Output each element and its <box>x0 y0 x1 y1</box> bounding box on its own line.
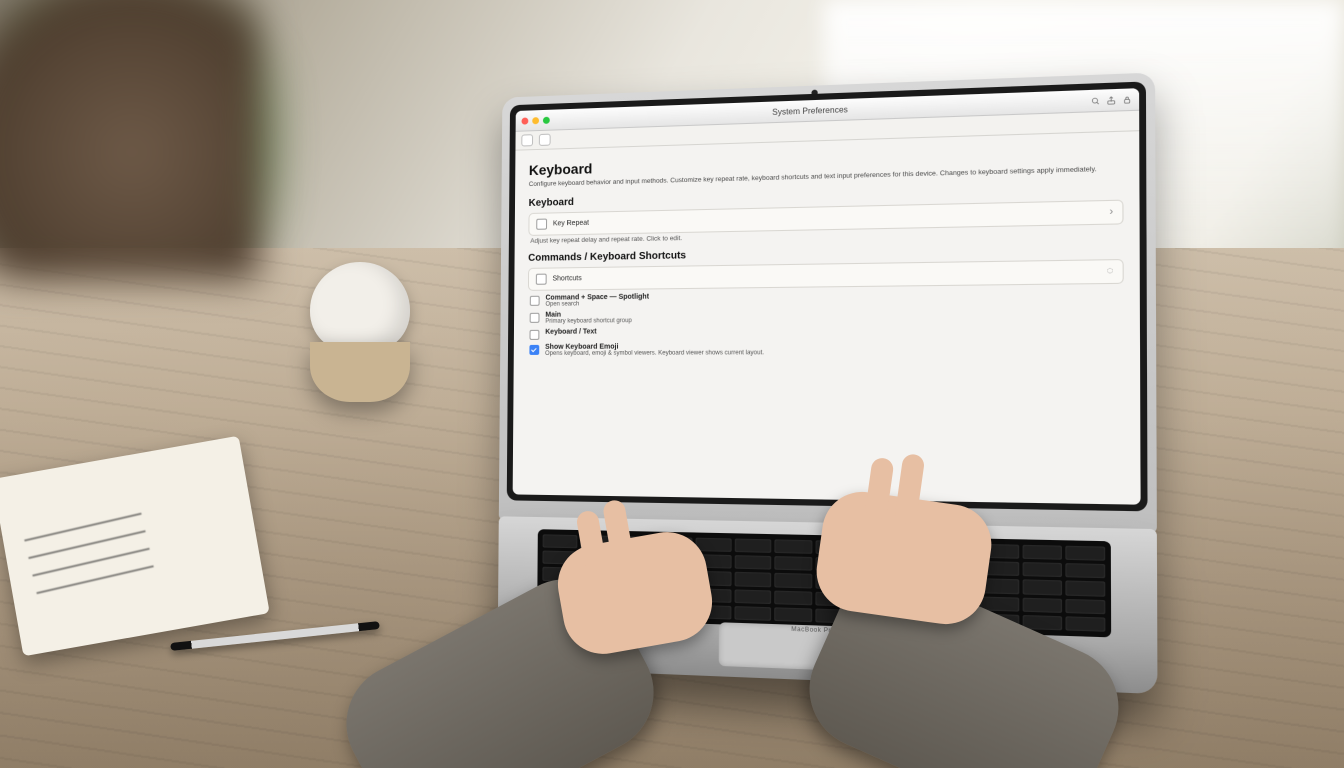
shortcuts-icon <box>536 273 547 284</box>
hand-right <box>811 487 996 629</box>
photo-scene: System Preferences Keyboa <box>0 0 1344 768</box>
person-shoulder <box>0 0 260 280</box>
search-icon[interactable] <box>1089 95 1100 106</box>
checkbox-checked[interactable] <box>529 345 539 355</box>
minimize-button[interactable] <box>532 117 539 124</box>
checkbox[interactable] <box>530 330 540 340</box>
preferences-content: Keyboard Configure keyboard behavior and… <box>514 131 1140 359</box>
back-button[interactable] <box>521 134 533 146</box>
chevron-right-icon: › <box>1109 206 1113 218</box>
spinner-icon: ◌ <box>1107 265 1114 277</box>
shortcuts-label: Shortcuts <box>552 275 581 282</box>
coffee-cup <box>310 262 420 412</box>
key-repeat-label: Key Repeat <box>553 219 589 227</box>
checkbox[interactable] <box>530 296 540 306</box>
list-item[interactable]: Show Keyboard EmojiOpens keyboard, emoji… <box>529 339 1124 359</box>
keyboard-icon <box>536 218 547 229</box>
lock-icon[interactable] <box>1121 94 1132 105</box>
close-button[interactable] <box>521 117 528 124</box>
forward-button[interactable] <box>539 134 551 146</box>
checkbox[interactable] <box>530 313 540 323</box>
zoom-button[interactable] <box>543 116 550 123</box>
shortcuts-list: Command + Space — SpotlightOpen search M… <box>529 286 1124 359</box>
laptop-screen: System Preferences Keyboa <box>513 88 1141 505</box>
laptop-lid: System Preferences Keyboa <box>499 72 1157 533</box>
share-icon[interactable] <box>1105 94 1116 105</box>
